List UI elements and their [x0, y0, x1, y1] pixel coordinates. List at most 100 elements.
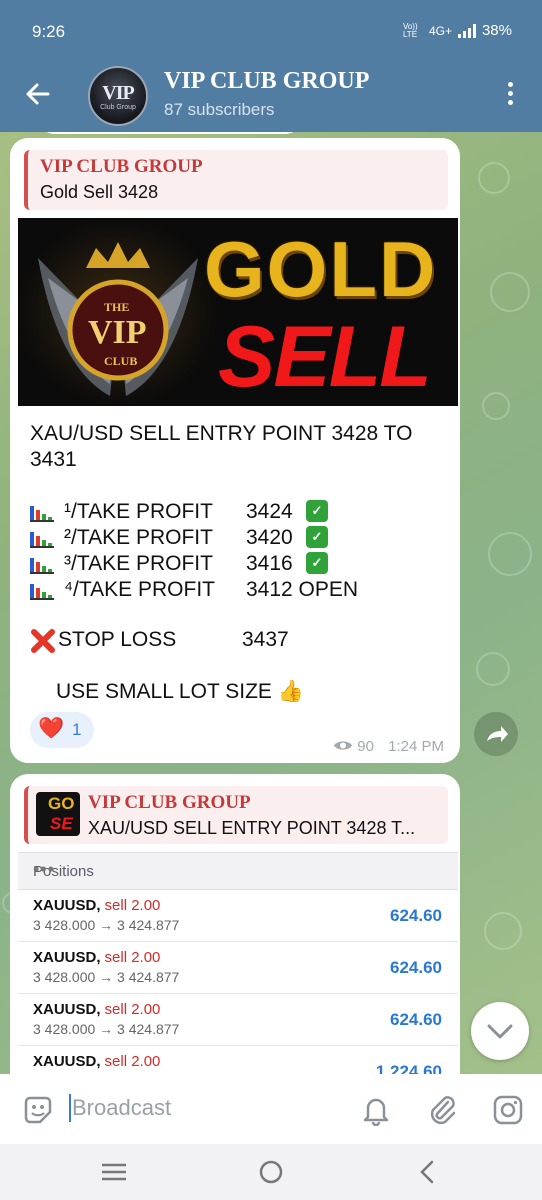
position-row[interactable]: XAUUSD, sell 2.00 3 428.000 → 3 424.877 624… — [18, 994, 458, 1046]
home-icon[interactable] — [258, 1159, 284, 1185]
entry-line-2: 3431 — [30, 448, 77, 471]
sticker-face-icon[interactable] — [22, 1094, 54, 1126]
paperclip-icon[interactable] — [426, 1092, 458, 1126]
position-profit: 624.60 — [390, 906, 442, 925]
chevron-down-icon[interactable] — [471, 1002, 529, 1060]
entry-line-1: XAU/USD SELL ENTRY POINT 3428 TO — [30, 422, 413, 445]
volte-indicator: Vo)) LTE — [402, 21, 418, 39]
bell-icon[interactable] — [361, 1094, 391, 1127]
symbol-name: XAUUSD, — [33, 1053, 101, 1070]
position-side: sell 2.00 — [104, 897, 161, 914]
position-side: sell 2.00 — [104, 1053, 161, 1070]
background-doodle — [478, 162, 510, 194]
reply-thumbnail: GO SE — [36, 792, 80, 836]
reply-preview[interactable]: VIP CLUB GROUP Gold Sell 3428 — [24, 150, 448, 210]
reply-text: Gold Sell 3428 — [40, 182, 159, 202]
position-row[interactable]: XAUUSD, sell 2.00 3 428.000 → 3 424.877 624… — [18, 890, 458, 942]
recents-icon[interactable] — [100, 1160, 128, 1184]
avatar-logo-sub: Club Group — [100, 104, 136, 111]
take-profit-label: ²/TAKE PROFIT — [64, 526, 213, 549]
background-doodle — [488, 532, 532, 576]
bar-chart-icon — [30, 558, 56, 574]
gold-sell-banner[interactable]: THE VIP CLUB GOLD SELL — [18, 218, 458, 406]
check-mark-icon: ✓ — [306, 552, 328, 574]
take-profit-value: 3412 OPEN — [246, 578, 359, 601]
positions-image[interactable]: Positions ••• XAUUSD, sell 2.00 3 428.000 … — [18, 852, 458, 1098]
banner-gold-text: GOLD — [204, 225, 438, 313]
reaction-count: 1 — [72, 720, 82, 739]
take-profit-value: 3416 — [246, 552, 293, 575]
position-profit: 624.60 — [390, 1010, 442, 1029]
channel-avatar[interactable]: VIP Club Group — [88, 66, 148, 126]
position-profit: 624.60 — [390, 958, 442, 977]
badge-club: CLUB — [104, 354, 138, 368]
take-profit-label: ³/TAKE PROFIT — [64, 552, 213, 575]
position-price-path: 3 428.000 → 3 424.877 — [33, 1021, 180, 1037]
badge-vip: VIP — [88, 314, 147, 351]
take-profit-label: ⁴/TAKE PROFIT — [64, 578, 215, 601]
nav-back-icon[interactable] — [416, 1159, 440, 1185]
reply-text-2: XAU/USD SELL ENTRY POINT 3428 T... — [88, 818, 416, 838]
bar-chart-icon — [30, 584, 56, 600]
check-mark-icon: ✓ — [306, 526, 328, 548]
positions-header: Positions ••• — [18, 852, 458, 890]
positions-list: XAUUSD, sell 2.00 3 428.000 → 3 424.877 624… — [18, 890, 458, 1098]
broadcast-input[interactable]: Broadcast — [72, 1095, 171, 1121]
position-row[interactable]: XAUUSD, sell 2.00 3 428.000 → 3 424.877 624… — [18, 942, 458, 994]
take-profit-label: ¹/TAKE PROFIT — [64, 500, 213, 523]
position-symbol: XAUUSD, sell 2.00 — [33, 949, 160, 966]
background-doodle — [482, 392, 510, 420]
views-eye-icon — [334, 741, 353, 750]
position-symbol: XAUUSD, sell 2.00 — [33, 1053, 160, 1070]
status-bar: 9:26 Vo)) LTE 4G+ 38% — [0, 0, 542, 62]
status-right: Vo)) LTE 4G+ 38% — [403, 22, 512, 39]
symbol-name: XAUUSD, — [33, 949, 101, 966]
take-profit-value: 3424 — [246, 500, 293, 523]
signal-icon — [457, 23, 476, 38]
stop-loss-label: STOP LOSS — [58, 628, 177, 651]
chat-header: VIP Club Group VIP CLUB GROUP 87 subscri… — [0, 62, 542, 132]
thumb-gold-text: GO — [48, 794, 75, 813]
lot-size-note: USE SMALL LOT SIZE 👍 — [56, 680, 304, 703]
position-symbol: XAUUSD, sell 2.00 — [33, 897, 160, 914]
background-doodle — [476, 652, 510, 686]
camera-icon[interactable] — [492, 1094, 524, 1126]
badge-the: THE — [104, 300, 130, 314]
message-input-bar: Broadcast — [0, 1074, 542, 1144]
thumb-sell-text: SE — [50, 814, 73, 833]
symbol-name: XAUUSD, — [33, 897, 101, 914]
text-caret — [69, 1094, 71, 1122]
network-type: 4G+ — [428, 23, 452, 38]
status-time: 9:26 — [32, 22, 66, 41]
position-side: sell 2.00 — [104, 949, 161, 966]
subscriber-count: 87 subscribers — [164, 100, 275, 119]
stop-loss-value: 3437 — [242, 628, 289, 651]
message-bubble[interactable]: VIP CLUB GROUP Gold Sell 3428 THE VIP CL… — [10, 138, 460, 763]
share-arrow-icon[interactable] — [474, 712, 518, 756]
reply-preview-2[interactable]: GO SE VIP CLUB GROUP XAU/USD SELL ENTRY … — [24, 786, 448, 844]
position-price-path: 3 428.000 → 3 424.877 — [33, 969, 180, 985]
background-doodle — [484, 912, 522, 950]
red-x-icon — [30, 628, 56, 654]
heart-icon: ❤️ — [38, 717, 65, 740]
banner-sell-text: SELL — [218, 309, 432, 405]
positions-menu-icon: ••• — [33, 859, 55, 879]
position-side: sell 2.00 — [104, 1001, 161, 1018]
back-icon[interactable] — [20, 76, 56, 112]
background-doodle — [490, 272, 530, 312]
message-time: 1:24 PM — [388, 738, 444, 755]
take-profit-value: 3420 — [246, 526, 293, 549]
check-mark-icon: ✓ — [306, 500, 328, 522]
bar-chart-icon — [30, 506, 56, 522]
symbol-name: XAUUSD, — [33, 1001, 101, 1018]
reply-title: VIP CLUB GROUP — [40, 156, 203, 177]
reaction-chip[interactable]: ❤️ 1 — [30, 712, 94, 748]
previous-message-edge — [40, 132, 300, 134]
reply-title-2: VIP CLUB GROUP — [88, 792, 251, 813]
position-symbol: XAUUSD, sell 2.00 — [33, 1001, 160, 1018]
channel-title[interactable]: VIP CLUB GROUP — [164, 68, 369, 95]
message-meta: 90 1:24 PM — [333, 738, 444, 755]
avatar-logo-text: VIP — [102, 82, 134, 104]
more-vertical-icon[interactable] — [508, 82, 514, 109]
battery-level: 38% — [481, 22, 512, 39]
